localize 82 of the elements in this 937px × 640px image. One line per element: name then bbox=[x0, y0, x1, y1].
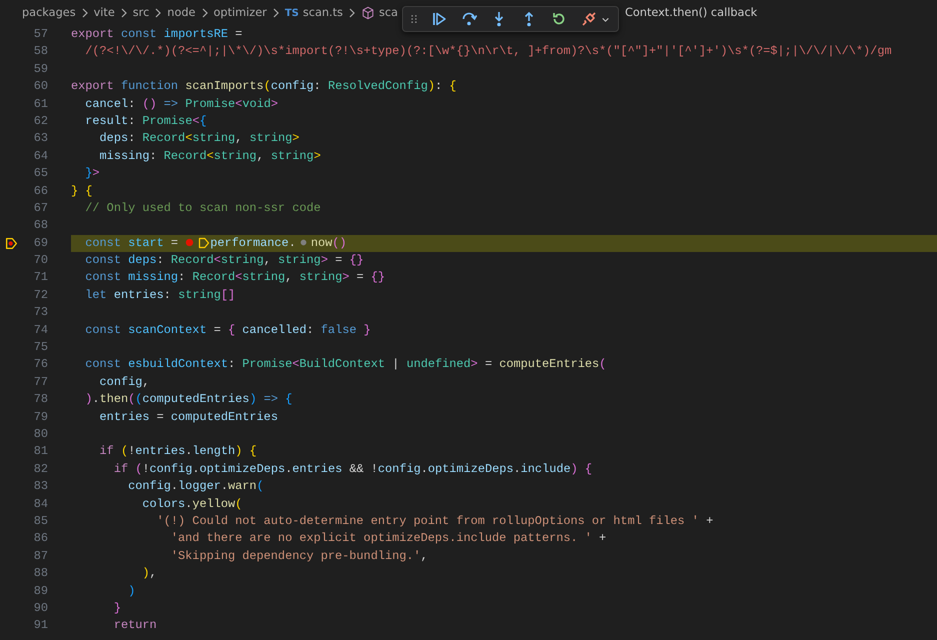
line-number: 74 bbox=[32, 322, 48, 339]
breadcrumb-item[interactable]: Context.then() callback bbox=[624, 4, 758, 22]
line-number: 63 bbox=[32, 130, 48, 148]
code-line: // Only used to scan non-ssr code bbox=[84, 200, 322, 217]
line-number: 69 bbox=[32, 234, 48, 252]
line-number: 78 bbox=[32, 391, 48, 408]
line-number: 83 bbox=[32, 478, 48, 496]
code-line: result: Promise<{ bbox=[84, 112, 208, 130]
code-line: ), bbox=[141, 565, 158, 582]
line-number: 65 bbox=[32, 165, 48, 182]
code-line: config.logger.warn( bbox=[127, 478, 265, 496]
line-number: 88 bbox=[32, 565, 48, 582]
code-line: const missing: Record<string, string> = {} bbox=[84, 269, 386, 286]
code-line: export const importsRE = bbox=[71, 26, 244, 43]
line-number: 57 bbox=[32, 26, 48, 43]
line-number: 86 bbox=[32, 530, 48, 548]
breakpoint-icon bbox=[185, 238, 194, 248]
restart-icon bbox=[550, 11, 567, 27]
breadcrumb-item[interactable]: TS scan.ts bbox=[284, 4, 343, 22]
line-number: 64 bbox=[32, 148, 48, 165]
code-line: const scanContext = { cancelled: false } bbox=[84, 322, 372, 339]
code-line: colors.yellow( bbox=[141, 496, 244, 513]
cube-icon bbox=[360, 6, 375, 20]
code-line: let entries: string[] bbox=[84, 286, 236, 304]
code-line: /(?<!\/\/.*)(?<=^|;|\*\/)\s*import(?!\s+type)(?:[\w*{}\n\r\t, ]+from)?\s*("[^"]+"|'[^']+')\s*(?=$|;|\/\/|\/\*)/gm bbox=[84, 43, 893, 60]
breadcrumb-item[interactable]: src bbox=[132, 4, 150, 22]
line-number: 91 bbox=[32, 617, 48, 634]
stop-marker-icon bbox=[198, 236, 210, 249]
line-number: 80 bbox=[32, 426, 48, 443]
line-number: 79 bbox=[32, 408, 48, 426]
line-number: 60 bbox=[32, 78, 48, 96]
line-number: 84 bbox=[32, 496, 48, 513]
line-number: 61 bbox=[32, 96, 48, 113]
line-number: 59 bbox=[32, 60, 48, 78]
line-number: 75 bbox=[32, 339, 48, 356]
current-line-highlight: const start = performance. now() bbox=[71, 234, 937, 252]
breadcrumb-item[interactable]: packages bbox=[22, 4, 76, 22]
line-number: 68 bbox=[32, 217, 48, 234]
line-number: 87 bbox=[32, 548, 48, 565]
code-line: if (!config.optimizeDeps.entries && !config.optimizeDeps.include) { bbox=[112, 460, 594, 478]
step-over-icon bbox=[460, 11, 477, 27]
line-number: 90 bbox=[32, 600, 48, 617]
line-number: 82 bbox=[32, 460, 48, 478]
gripper-icon bbox=[408, 12, 419, 26]
code-line: cancel: () => Promise<void> bbox=[84, 96, 279, 113]
code-line: missing: Record<string, string> bbox=[98, 148, 322, 165]
code-line: } { bbox=[71, 182, 94, 200]
line-number: 89 bbox=[32, 582, 48, 600]
line-number: 85 bbox=[32, 512, 48, 530]
code-line: export function scanImports(config: ResolvedConfig): { bbox=[71, 78, 458, 96]
breadcrumb-item[interactable]: node bbox=[167, 4, 196, 22]
line-number: 72 bbox=[32, 286, 48, 304]
line-number: 77 bbox=[32, 374, 48, 391]
code-line: ) bbox=[127, 582, 136, 600]
line-number: 71 bbox=[32, 269, 48, 286]
line-number: 70 bbox=[32, 252, 48, 270]
code-line: } bbox=[112, 600, 122, 617]
line-number: 76 bbox=[32, 356, 48, 374]
code-line: }> bbox=[84, 165, 101, 182]
code-line: ).then((computedEntries) => { bbox=[84, 391, 294, 408]
plug-icon bbox=[580, 11, 597, 27]
line-number: 67 bbox=[32, 200, 48, 217]
line-number: 62 bbox=[32, 112, 48, 130]
code-line: config, bbox=[98, 374, 150, 391]
code-line: 'Skipping dependency pre-bundling.', bbox=[170, 548, 429, 565]
code-line: return bbox=[112, 617, 158, 634]
code-line: entries = computedEntries bbox=[98, 408, 279, 426]
line-number: 81 bbox=[32, 443, 48, 460]
dot-icon bbox=[300, 239, 307, 246]
code-line: '(!) Could not auto-determine entry point from rollupOptions or html files ' + bbox=[156, 512, 714, 530]
code-line: const deps: Record<string, string> = {} bbox=[84, 252, 365, 270]
code-line: if (!entries.length) { bbox=[98, 443, 258, 460]
line-number: 66 bbox=[32, 182, 48, 200]
breadcrumb-item[interactable]: sca bbox=[360, 4, 398, 22]
breadcrumb-item[interactable]: optimizer bbox=[214, 4, 267, 22]
line-number: 58 bbox=[32, 43, 48, 60]
continue-icon bbox=[430, 11, 447, 27]
breadcrumb-item[interactable]: vite bbox=[94, 4, 115, 22]
code-line: deps: Record<string, string> bbox=[98, 130, 300, 148]
line-number: 73 bbox=[32, 304, 48, 322]
code-line: const esbuildContext: Promise<BuildContext | undefined> = computeEntries( bbox=[84, 356, 608, 374]
code-line: 'and there are no explicit optimizeDeps.include patterns. ' + bbox=[170, 530, 608, 548]
